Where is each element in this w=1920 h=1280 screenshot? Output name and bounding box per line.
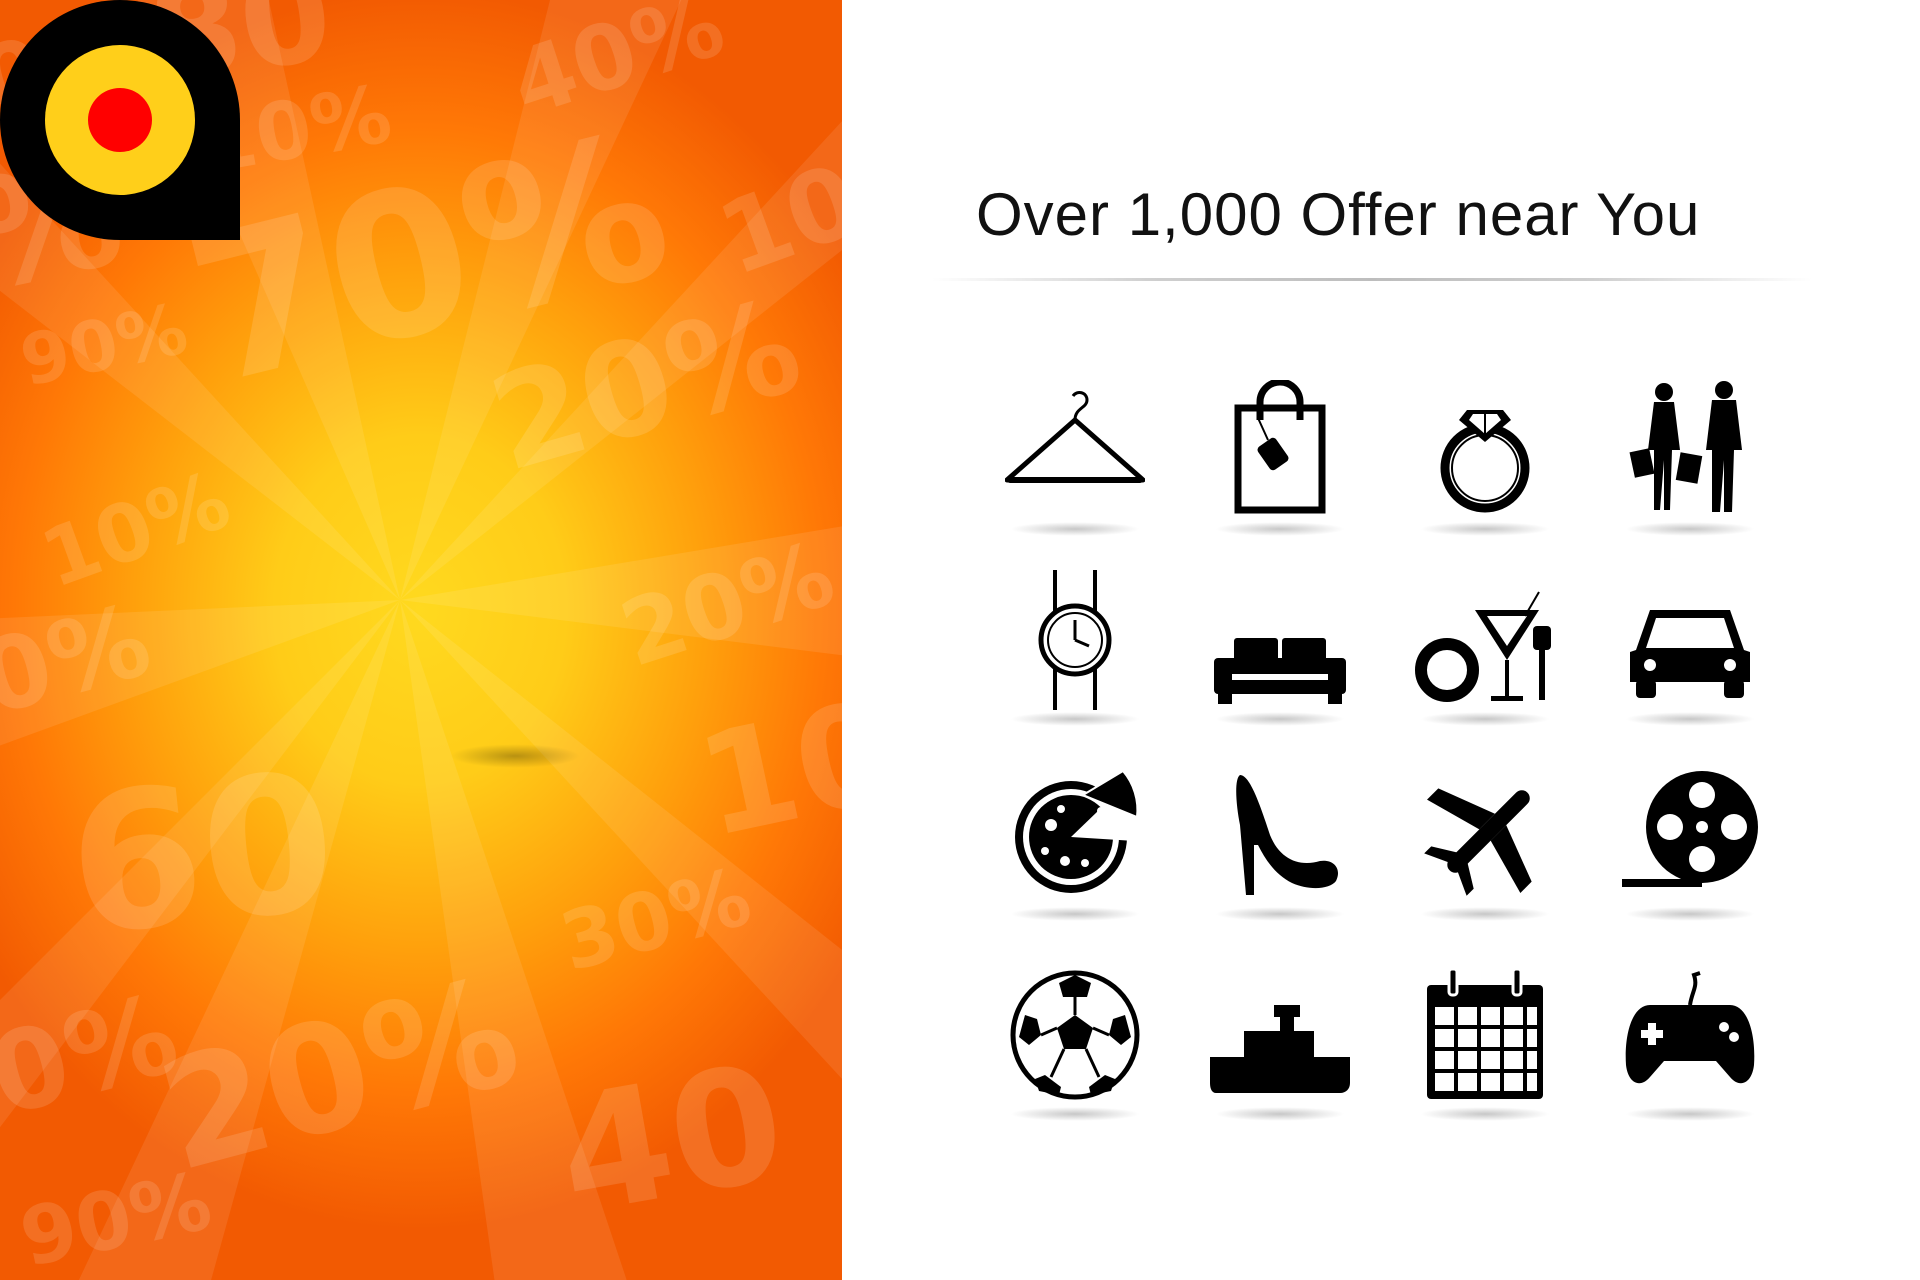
film-reel-icon: [1622, 771, 1758, 887]
category-dining[interactable]: [1395, 560, 1575, 740]
icon-shadow: [1215, 1107, 1345, 1121]
category-cruises[interactable]: [1190, 955, 1370, 1135]
icon-shadow: [1625, 522, 1755, 536]
dining-icon: [1415, 591, 1551, 702]
ship-icon: [1210, 1005, 1350, 1093]
hanger-icon: [1005, 391, 1145, 483]
gamepad-icon: [1625, 971, 1755, 1084]
category-furniture[interactable]: [1190, 560, 1370, 740]
category-jewelry[interactable]: [1395, 370, 1575, 550]
promo-background: 80 0% 10% 40% % 70% 10 90% 20% 10% 0% 20…: [0, 0, 842, 1280]
diamond-ring-icon: [1440, 410, 1530, 513]
category-events[interactable]: [1395, 955, 1575, 1135]
offers-panel: Over 1,000 Offer near You: [842, 0, 1920, 1280]
category-movies[interactable]: [1600, 755, 1780, 935]
icon-shadow: [1625, 907, 1755, 921]
category-shopping[interactable]: [1190, 370, 1370, 550]
shoppers-icon: [1629, 381, 1742, 512]
category-pizza[interactable]: [985, 755, 1165, 935]
wristwatch-icon: [1038, 570, 1112, 710]
icon-shadow: [1010, 1107, 1140, 1121]
discount-watermark: 10: [685, 669, 842, 870]
icon-shadow: [1420, 712, 1550, 726]
icon-shadow: [1420, 1107, 1550, 1121]
high-heel-icon: [1236, 775, 1339, 895]
category-travel[interactable]: [1395, 755, 1575, 935]
logo-shadow: [450, 744, 580, 768]
location-pin-logo: [0, 0, 240, 240]
category-automotive[interactable]: [1600, 560, 1780, 740]
category-games[interactable]: [1600, 955, 1780, 1135]
offers-headline: Over 1,000 Offer near You: [976, 181, 1701, 248]
discount-watermark: 40: [545, 1028, 798, 1251]
icon-shadow: [1215, 712, 1345, 726]
icon-shadow: [1010, 907, 1140, 921]
pizza-icon: [1015, 769, 1139, 893]
icon-shadow: [1420, 907, 1550, 921]
icon-shadow: [1010, 522, 1140, 536]
category-hanger[interactable]: [985, 370, 1165, 550]
shopping-bag-icon: [1234, 380, 1326, 514]
icon-shadow: [1215, 522, 1345, 536]
icon-shadow: [1420, 522, 1550, 536]
category-sports[interactable]: [985, 955, 1165, 1135]
calendar-icon: [1427, 967, 1543, 1099]
car-icon: [1630, 610, 1750, 698]
icon-shadow: [1625, 1107, 1755, 1121]
icon-shadow: [1215, 907, 1345, 921]
category-shoes[interactable]: [1190, 755, 1370, 935]
headline-divider: [932, 278, 1812, 281]
airplane-icon: [1424, 788, 1532, 896]
category-watches[interactable]: [985, 560, 1165, 740]
category-fashion[interactable]: [1600, 370, 1780, 550]
icon-shadow: [1625, 712, 1755, 726]
soccer-ball-icon: [1010, 970, 1140, 1100]
sofa-icon: [1214, 638, 1346, 704]
discount-watermark: 60: [59, 730, 346, 979]
icon-shadow: [1010, 712, 1140, 726]
